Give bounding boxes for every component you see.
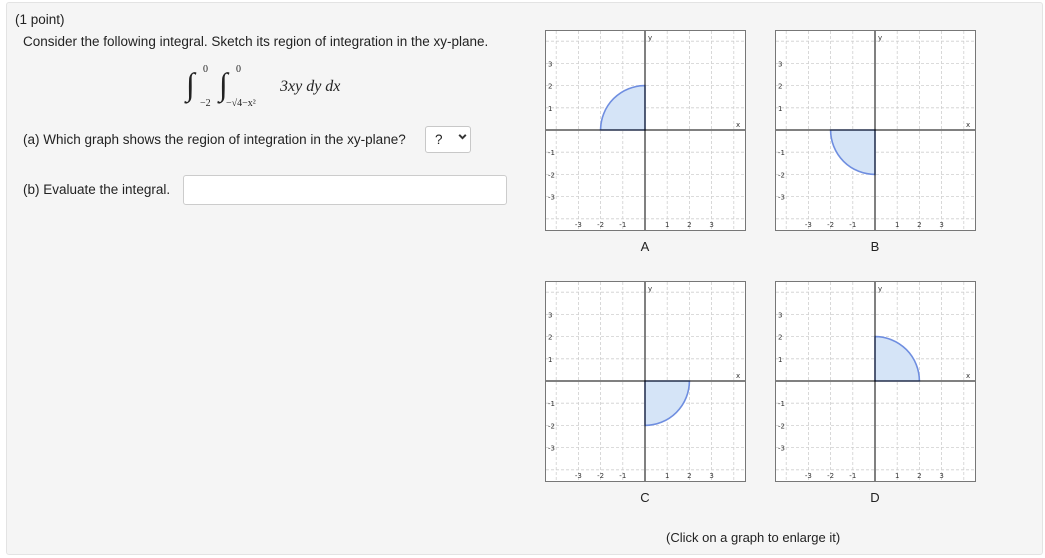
y-axis-name: y — [648, 285, 652, 293]
x-tick-label: -2 — [827, 221, 834, 229]
x-tick-label: -1 — [849, 472, 856, 480]
outer-lower-limit: −2 — [200, 98, 211, 109]
graph-plot: -3 -2 -1 1 2 3 3 2 1 -1 -2 -3 x y — [545, 30, 746, 231]
y-tick-label: -3 — [548, 194, 555, 202]
outer-upper-limit: 0 — [203, 64, 208, 75]
graph-b-label: B — [870, 239, 880, 254]
x-axis-name: x — [966, 372, 970, 380]
y-tick-label: 1 — [778, 105, 782, 113]
x-tick-label: 3 — [939, 472, 943, 480]
x-tick-label: 2 — [687, 472, 691, 480]
y-tick-label: 2 — [548, 334, 552, 342]
graph-plot: -3 -2 -1 1 2 3 3 2 1 -1 -2 -3 x y — [775, 30, 976, 231]
x-tick-label: 3 — [709, 472, 713, 480]
x-tick-label: 1 — [895, 221, 899, 229]
y-tick-label: -3 — [778, 445, 785, 453]
x-axis-name: x — [966, 121, 970, 129]
x-axis-name: x — [736, 372, 740, 380]
y-tick-label: -2 — [778, 422, 785, 430]
y-tick-label: -2 — [548, 171, 555, 179]
y-tick-label: -3 — [548, 445, 555, 453]
x-tick-label: -1 — [849, 221, 856, 229]
y-axis-name: y — [878, 285, 882, 293]
x-tick-label: -3 — [805, 221, 812, 229]
x-tick-label: -1 — [619, 472, 626, 480]
y-tick-label: 1 — [548, 105, 552, 113]
y-tick-label: 2 — [548, 83, 552, 91]
y-tick-label: 2 — [778, 334, 782, 342]
graph-choice-select[interactable]: ? — [425, 126, 471, 153]
x-tick-label: 1 — [895, 472, 899, 480]
y-tick-label: -1 — [548, 400, 555, 408]
enlarge-hint: (Click on a graph to enlarge it) — [666, 530, 841, 545]
graph-c-label: C — [640, 490, 650, 505]
y-tick-label: -1 — [548, 149, 555, 157]
graph-plot: -3 -2 -1 1 2 3 3 2 1 -1 -2 -3 x y — [545, 281, 746, 482]
y-tick-label: 2 — [778, 83, 782, 91]
y-tick-label: 3 — [548, 311, 552, 319]
y-tick-label: -1 — [778, 149, 785, 157]
x-tick-label: -2 — [827, 472, 834, 480]
x-tick-label: 3 — [709, 221, 713, 229]
graph-d[interactable]: -3 -2 -1 1 2 3 3 2 1 -1 -2 -3 x y — [775, 281, 976, 482]
inner-lower-limit: −√4−x² — [226, 98, 256, 109]
part-b-label: (b) Evaluate the integral. — [23, 182, 171, 197]
x-tick-label: 2 — [917, 221, 921, 229]
outer-integral-sign: ∫ — [186, 66, 195, 102]
y-tick-label: 3 — [778, 60, 782, 68]
x-tick-label: -2 — [597, 472, 604, 480]
integral-expression: ∫ 0 −2 ∫ 0 −√4−x² 3xy dy dx — [182, 62, 372, 112]
x-tick-label: 3 — [939, 221, 943, 229]
y-tick-label: -2 — [778, 171, 785, 179]
y-tick-label: 3 — [548, 60, 552, 68]
chevron-down-icon — [458, 134, 467, 140]
graph-a[interactable]: -3 -2 -1 1 2 3 3 2 1 -1 -2 -3 x y — [545, 30, 746, 231]
integral-answer-input[interactable] — [183, 175, 507, 205]
y-tick-label: -3 — [778, 194, 785, 202]
x-tick-label: -1 — [619, 221, 626, 229]
y-tick-label: -2 — [548, 422, 555, 430]
graph-choice-value: ? — [435, 132, 443, 147]
part-a-label: (a) Which graph shows the region of inte… — [23, 132, 406, 147]
y-axis-name: y — [648, 34, 652, 42]
x-tick-label: -3 — [575, 221, 582, 229]
x-tick-label: 1 — [665, 221, 669, 229]
x-tick-label: -2 — [597, 221, 604, 229]
y-tick-label: 1 — [548, 356, 552, 364]
graph-a-label: A — [640, 239, 650, 254]
x-tick-label: 1 — [665, 472, 669, 480]
inner-upper-limit: 0 — [236, 64, 241, 75]
problem-prompt: Consider the following integral. Sketch … — [23, 34, 489, 49]
graph-d-label: D — [870, 490, 880, 505]
y-tick-label: 1 — [778, 356, 782, 364]
x-axis-name: x — [736, 121, 740, 129]
x-tick-label: -3 — [575, 472, 582, 480]
x-tick-label: 2 — [917, 472, 921, 480]
graph-b[interactable]: -3 -2 -1 1 2 3 3 2 1 -1 -2 -3 x y — [775, 30, 976, 231]
graph-plot: -3 -2 -1 1 2 3 3 2 1 -1 -2 -3 x y — [775, 281, 976, 482]
graph-c[interactable]: -3 -2 -1 1 2 3 3 2 1 -1 -2 -3 x y — [545, 281, 746, 482]
y-axis-name: y — [878, 34, 882, 42]
x-tick-label: 2 — [687, 221, 691, 229]
x-tick-label: -3 — [805, 472, 812, 480]
y-tick-label: -1 — [778, 400, 785, 408]
points-label: (1 point) — [15, 12, 65, 27]
y-tick-label: 3 — [778, 311, 782, 319]
integrand: 3xy dy dx — [280, 78, 341, 95]
